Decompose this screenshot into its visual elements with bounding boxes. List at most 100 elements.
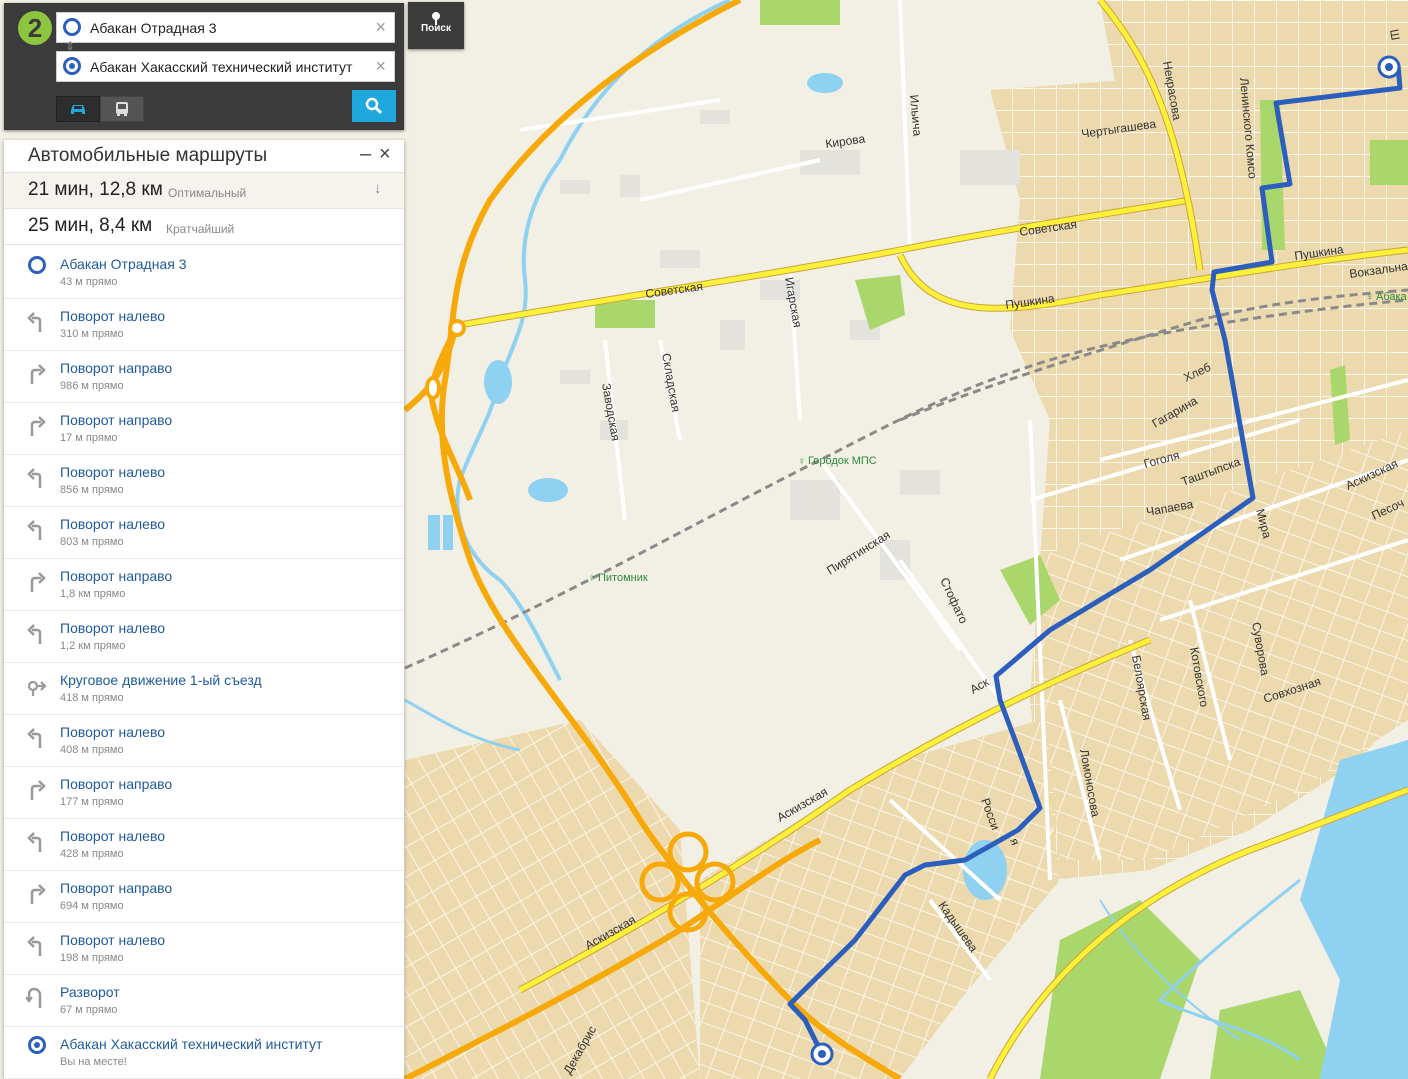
svg-text:Абака: Абака [1376,291,1408,303]
route-step-label[interactable]: Поворот направо [60,412,172,428]
route-step-label[interactable]: Поворот налево [60,620,165,636]
route-step-distance: 43 м прямо [60,276,118,288]
route-end-marker[interactable] [810,1042,834,1066]
route-step-label[interactable]: Разворот [60,984,120,1000]
turn-right-icon [26,414,48,438]
route-step[interactable]: Разворот 67 м прямо [4,974,404,1027]
bus-icon [116,102,128,116]
turn-left-icon [26,518,48,542]
route-step[interactable]: Абакан Отрадная 3 43 м прямо [4,246,404,299]
minimize-button[interactable]: – [360,143,371,166]
route-step-label[interactable]: Поворот налево [60,932,165,948]
clear-to-button[interactable]: × [375,56,386,77]
car-mode-button[interactable] [56,96,100,122]
route-start-marker[interactable] [1377,55,1401,79]
route-step-label[interactable]: Абакан Отрадная 3 [60,256,186,272]
route-step-label[interactable]: Поворот налево [60,724,165,740]
route-variant-optimal[interactable]: 21 мин, 12,8 км Оптимальный ↓ [4,173,404,209]
route-step[interactable]: Поворот налево 803 м прямо [4,506,404,559]
route-step[interactable]: Поворот налево 408 м прямо [4,714,404,767]
finish-marker-icon [28,1036,46,1054]
route-step-distance: 198 м прямо [60,952,124,964]
route-to-field[interactable]: Абакан Хакасский технический институт × [56,51,395,82]
route-step-label[interactable]: Поворот направо [60,568,172,584]
route-step[interactable]: Поворот налево 198 м прямо [4,922,404,975]
route-step-distance: 17 м прямо [60,432,118,444]
svg-text:♀: ♀ [588,573,596,584]
turn-left-icon [26,622,48,646]
svg-text:♀: ♀ [1366,292,1374,303]
u-turn-icon [25,986,48,1010]
route-variant-shortest[interactable]: 25 мин, 8,4 км Кратчайший [4,209,404,245]
route-step[interactable]: Поворот налево 1,2 км прямо [4,610,404,663]
route-step-label[interactable]: Поворот налево [60,464,165,480]
route-step-distance: 1,8 км прямо [60,588,126,600]
turn-left-icon [26,466,48,490]
route-step-distance: 67 м прямо [60,1004,118,1016]
turn-right-icon [26,362,48,386]
route-variant-summary: 21 мин, 12,8 км [28,179,163,200]
route-variant-summary: 25 мин, 8,4 км [28,215,153,236]
route-variant-type: Кратчайший [166,222,235,236]
route-step-label[interactable]: Поворот направо [60,776,172,792]
route-panel-header: Автомобильные маршруты – × [4,140,404,173]
route-step-label[interactable]: Круговое движение 1-ый съезд [60,672,262,688]
turn-left-icon [26,310,48,334]
chevron-down-icon[interactable]: ↓ [374,180,382,197]
route-search-panel: 2 Абакан Отрадная 3 × ⇕ Абакан Хакасский… [4,3,404,130]
turn-left-icon [26,726,48,750]
route-step-label[interactable]: Поворот направо [60,880,172,896]
poi-gorodok-mps[interactable]: ♀ Городок МПС [798,455,877,467]
search-icon [365,97,383,115]
turn-right-icon [26,570,48,594]
route-step[interactable]: Поворот направо 17 м прямо [4,402,404,455]
svg-text:Городок МПС: Городок МПС [808,455,877,467]
route-step-distance: 418 м прямо [60,692,124,704]
route-step[interactable]: Поворот налево 310 м прямо [4,298,404,351]
route-step-distance: 428 м прямо [60,848,124,860]
route-panel-title: Автомобильные маршруты [28,145,268,166]
poi-abaka[interactable]: ♀ Абака [1366,291,1408,303]
poisk-button[interactable]: Поиск [408,2,464,49]
car-icon [71,105,85,114]
route-step-distance: 986 м прямо [60,380,124,392]
start-marker-icon [28,256,46,274]
route-step[interactable]: Абакан Хакасский технический институт Вы … [4,1026,404,1079]
route-step[interactable]: Круговое движение 1-ый съезд 418 м прямо [4,662,404,715]
route-step-label[interactable]: Поворот направо [60,360,172,376]
clear-from-button[interactable]: × [375,17,386,38]
bus-mode-button[interactable] [100,96,144,122]
start-marker-icon [63,18,81,36]
finish-marker-icon [63,57,81,75]
route-directions-panel: Автомобильные маршруты – × 21 мин, 12,8 … [4,140,404,1079]
turn-right-icon [26,778,48,802]
route-step-label[interactable]: Поворот налево [60,828,165,844]
search-route-button[interactable] [352,90,396,122]
route-step-distance: 1,2 км прямо [60,640,126,652]
turn-right-icon [26,882,48,906]
route-step[interactable]: Поворот направо 1,8 км прямо [4,558,404,611]
route-step[interactable]: Поворот направо 694 м прямо [4,870,404,923]
route-step-distance: Вы на месте! [60,1056,127,1068]
route-step[interactable]: Поворот налево 428 м прямо [4,818,404,871]
route-variant-type: Оптимальный [168,186,247,200]
route-step-label[interactable]: Поворот налево [60,516,165,532]
route-from-field[interactable]: Абакан Отрадная 3 × [56,12,395,43]
route-step-label[interactable]: Поворот налево [60,308,165,324]
route-step-distance: 856 м прямо [60,484,124,496]
route-from-value: Абакан Отрадная 3 [90,20,217,36]
svg-text:♀: ♀ [798,456,806,467]
service-logo: 2 [18,11,52,45]
turn-left-icon [26,934,48,958]
route-step-distance: 803 м прямо [60,536,124,548]
route-step[interactable]: Поворот налево 856 м прямо [4,454,404,507]
route-step-distance: 408 м прямо [60,744,124,756]
route-step-distance: 694 м прямо [60,900,124,912]
route-step-distance: 177 м прямо [60,796,124,808]
roundabout-icon [26,674,48,698]
route-step-label[interactable]: Абакан Хакасский технический институт [60,1036,322,1052]
route-step-distance: 310 м прямо [60,328,124,340]
close-button[interactable]: × [379,143,391,166]
route-step[interactable]: Поворот направо 177 м прямо [4,766,404,819]
route-step[interactable]: Поворот направо 986 м прямо [4,350,404,403]
